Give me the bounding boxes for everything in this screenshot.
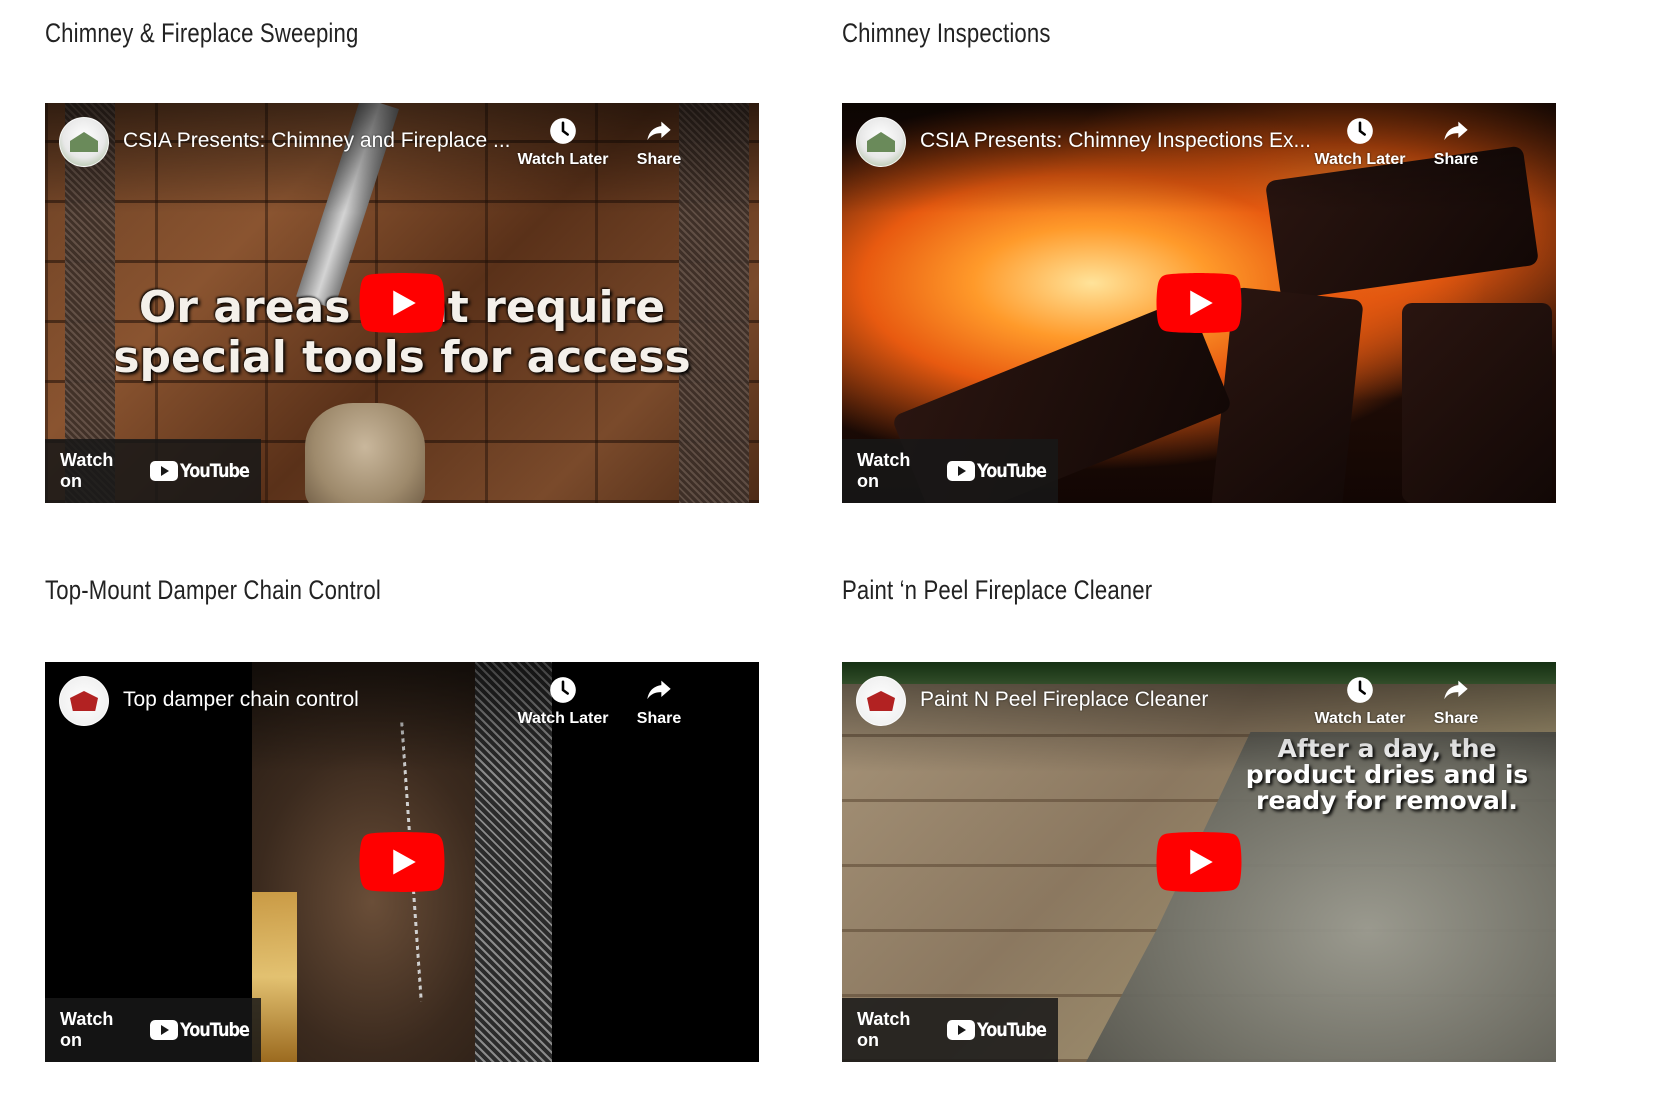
- youtube-logo-icon: [149, 461, 178, 481]
- play-icon[interactable]: [359, 273, 445, 333]
- watch-on-label: Watch on: [60, 1009, 114, 1050]
- share-arrow-icon: [647, 121, 671, 141]
- youtube-wordmark: YouTube: [976, 1019, 1047, 1041]
- youtube-logo: YouTube: [149, 460, 261, 482]
- section-heading: Paint ‘n Peel Fireplace Cleaner: [842, 575, 1153, 605]
- watch-on-label: Watch on: [857, 450, 911, 491]
- chimney-icon: [867, 691, 895, 711]
- section-heading: Chimney & Fireplace Sweeping: [45, 18, 359, 48]
- watch-on-label: Watch on: [857, 1009, 911, 1050]
- watch-on-youtube-button[interactable]: Watch on YouTube: [842, 439, 1058, 503]
- house-icon: [867, 132, 895, 152]
- video-gallery: Chimney & Fireplace Sweeping Or areas th…: [0, 0, 1670, 1097]
- watch-later-button[interactable]: Watch Later: [515, 676, 611, 728]
- youtube-logo: YouTube: [149, 1019, 261, 1041]
- share-label: Share: [636, 710, 682, 727]
- watch-later-button[interactable]: Watch Later: [515, 117, 611, 169]
- watch-on-youtube-button[interactable]: Watch on YouTube: [45, 439, 261, 503]
- watch-later-button[interactable]: Watch Later: [1312, 676, 1408, 728]
- video-player-damper[interactable]: Top damper chain control Watch Later Sha…: [45, 662, 759, 1062]
- clock-icon: [1347, 677, 1373, 703]
- video-title[interactable]: CSIA Presents: Chimney Inspections Ex...: [920, 129, 1311, 153]
- burning-log: [1402, 303, 1552, 503]
- share-label: Share: [636, 151, 682, 168]
- play-icon[interactable]: [1156, 832, 1242, 892]
- share-label: Share: [1433, 151, 1479, 168]
- clock-icon: [550, 677, 576, 703]
- house-icon: [70, 132, 98, 152]
- video-player-inspections[interactable]: CSIA Presents: Chimney Inspections Ex...…: [842, 103, 1556, 503]
- share-button[interactable]: Share: [611, 117, 707, 169]
- watch-later-button[interactable]: Watch Later: [1312, 117, 1408, 169]
- watch-later-label: Watch Later: [1314, 151, 1406, 168]
- youtube-logo-icon: [149, 1020, 178, 1040]
- share-button[interactable]: Share: [1408, 676, 1504, 728]
- watch-on-youtube-button[interactable]: Watch on YouTube: [45, 998, 261, 1062]
- video-title[interactable]: Top damper chain control: [123, 688, 359, 712]
- share-arrow-icon: [1444, 121, 1468, 141]
- glove-hand: [305, 403, 425, 503]
- youtube-logo-icon: [946, 461, 975, 481]
- channel-avatar[interactable]: [59, 676, 109, 726]
- video-player-paint-n-peel[interactable]: After a day, the product dries and is re…: [842, 662, 1556, 1062]
- share-arrow-icon: [647, 680, 671, 700]
- watch-later-label: Watch Later: [1314, 710, 1406, 727]
- share-button[interactable]: Share: [1408, 117, 1504, 169]
- play-icon[interactable]: [359, 832, 445, 892]
- video-title[interactable]: Paint N Peel Fireplace Cleaner: [920, 688, 1208, 712]
- youtube-logo: YouTube: [946, 1019, 1058, 1041]
- channel-avatar[interactable]: [856, 676, 906, 726]
- section-heading: Chimney Inspections: [842, 18, 1051, 48]
- watch-later-label: Watch Later: [517, 151, 609, 168]
- youtube-logo: YouTube: [946, 460, 1058, 482]
- clock-icon: [1347, 118, 1373, 144]
- watch-on-label: Watch on: [60, 450, 114, 491]
- watch-later-label: Watch Later: [517, 710, 609, 727]
- youtube-wordmark: YouTube: [179, 460, 250, 482]
- clock-icon: [550, 118, 576, 144]
- chimney-icon: [70, 691, 98, 711]
- youtube-wordmark: YouTube: [976, 460, 1047, 482]
- watch-on-youtube-button[interactable]: Watch on YouTube: [842, 998, 1058, 1062]
- video-player-sweeping[interactable]: Or areas that require special tools for …: [45, 103, 759, 503]
- youtube-wordmark: YouTube: [179, 1019, 250, 1041]
- play-icon[interactable]: [1156, 273, 1242, 333]
- channel-avatar[interactable]: [59, 117, 109, 167]
- share-button[interactable]: Share: [611, 676, 707, 728]
- youtube-logo-icon: [946, 1020, 975, 1040]
- section-heading: Top-Mount Damper Chain Control: [45, 575, 381, 605]
- video-title[interactable]: CSIA Presents: Chimney and Fireplace ...: [123, 129, 511, 153]
- share-label: Share: [1433, 710, 1479, 727]
- channel-avatar[interactable]: [856, 117, 906, 167]
- share-arrow-icon: [1444, 680, 1468, 700]
